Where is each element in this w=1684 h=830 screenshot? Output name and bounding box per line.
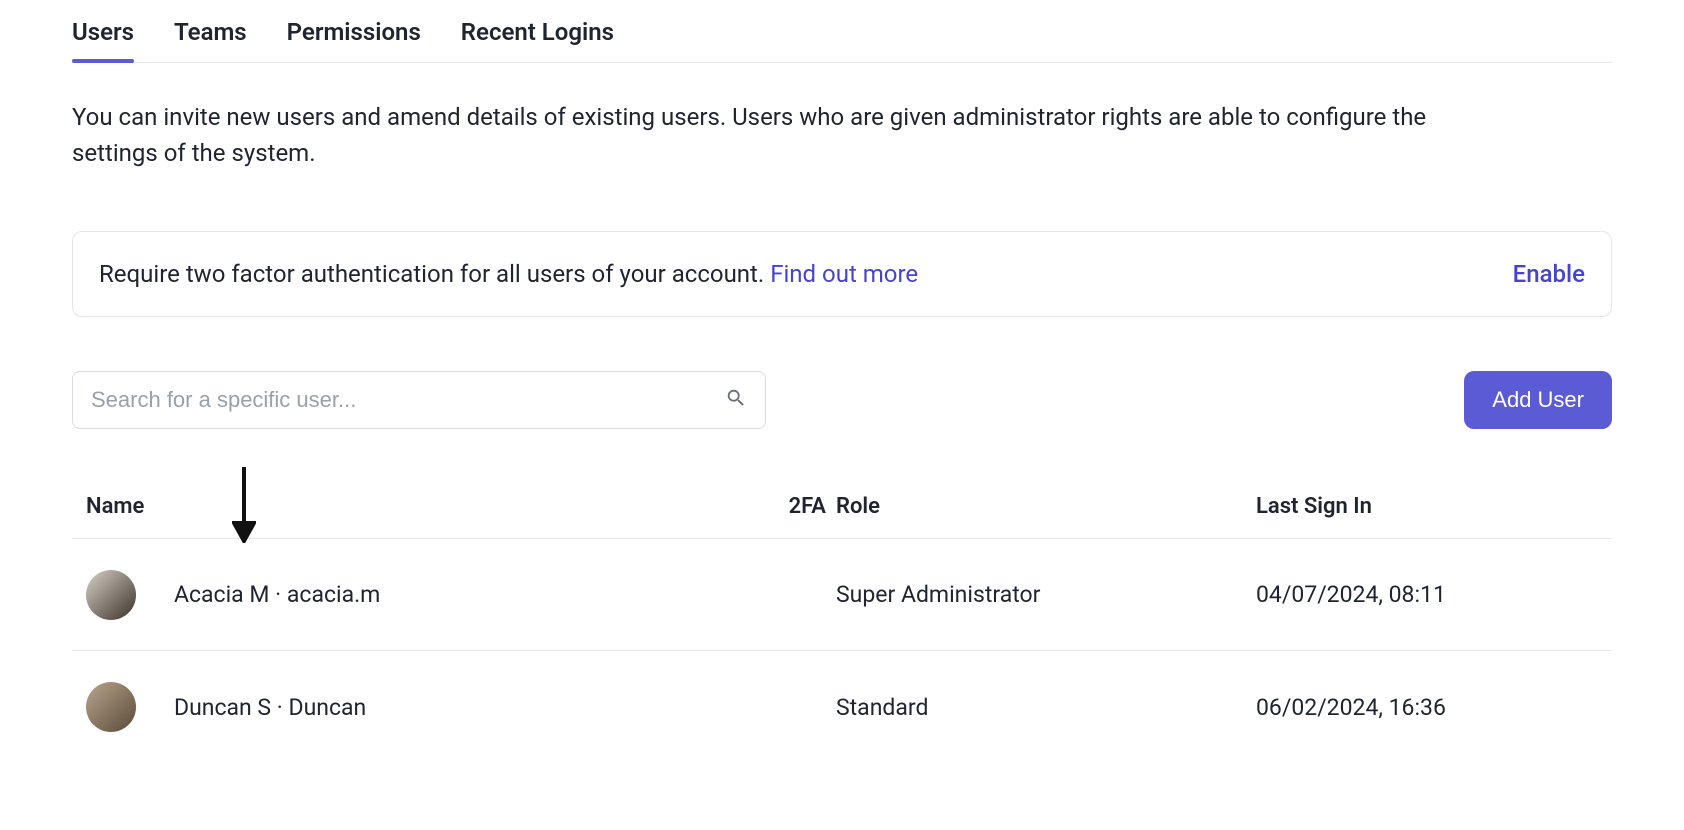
tab-recent-logins[interactable]: Recent Logins xyxy=(461,10,614,62)
twofa-find-out-more-link[interactable]: Find out more xyxy=(770,260,918,288)
user-last-signin: 04/07/2024, 08:11 xyxy=(1256,581,1598,608)
tab-teams[interactable]: Teams xyxy=(174,10,247,62)
table-header: Name 2FA Role Last Sign In xyxy=(72,475,1612,539)
sort-arrow-down-icon xyxy=(232,465,256,549)
column-header-last-signin[interactable]: Last Sign In xyxy=(1256,494,1598,519)
user-name: Acacia M · acacia.m xyxy=(174,581,380,608)
toolbar: Add User xyxy=(72,371,1612,429)
table-row[interactable]: Acacia M · acacia.m Super Administrator … xyxy=(72,539,1612,651)
avatar xyxy=(86,682,136,732)
column-header-2fa[interactable]: 2FA xyxy=(766,494,836,519)
twofa-enable-button[interactable]: Enable xyxy=(1513,260,1585,288)
twofa-callout-text: Require two factor authentication for al… xyxy=(99,260,770,288)
users-table: Name 2FA Role Last Sign In Acacia M · ac… xyxy=(72,475,1612,763)
tabs: Users Teams Permissions Recent Logins xyxy=(72,10,1612,63)
user-name: Duncan S · Duncan xyxy=(174,694,366,721)
column-header-role[interactable]: Role xyxy=(836,494,1256,519)
twofa-callout: Require two factor authentication for al… xyxy=(72,231,1612,317)
avatar xyxy=(86,570,136,620)
table-row[interactable]: Duncan S · Duncan Standard 06/02/2024, 1… xyxy=(72,651,1612,763)
user-role: Super Administrator xyxy=(836,581,1256,608)
column-header-name[interactable]: Name xyxy=(86,494,766,519)
search-input[interactable] xyxy=(91,387,725,413)
user-last-signin: 06/02/2024, 16:36 xyxy=(1256,694,1598,721)
search-icon xyxy=(725,387,747,413)
search-user-field[interactable] xyxy=(72,371,766,429)
tab-permissions[interactable]: Permissions xyxy=(287,10,421,62)
user-role: Standard xyxy=(836,694,1256,721)
tab-users[interactable]: Users xyxy=(72,10,134,62)
page-description: You can invite new users and amend detai… xyxy=(72,99,1472,171)
add-user-button[interactable]: Add User xyxy=(1464,371,1612,429)
